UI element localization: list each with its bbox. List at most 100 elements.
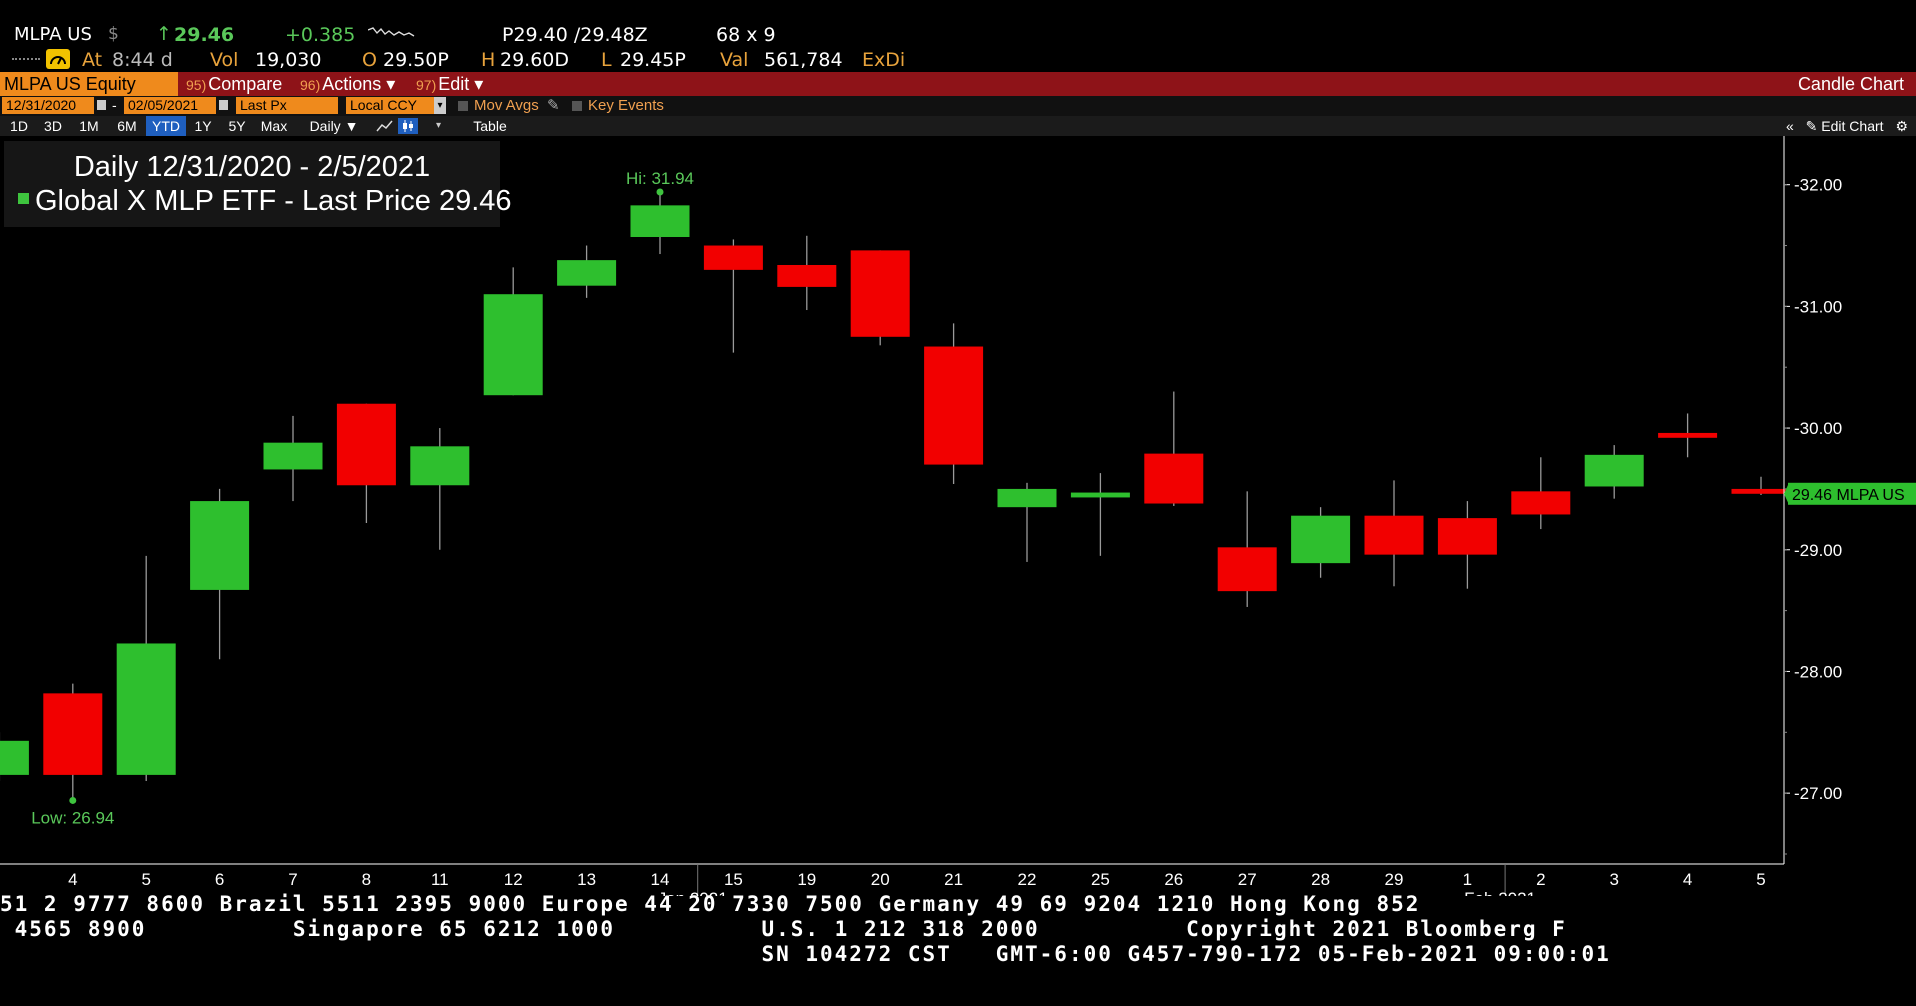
actions-button[interactable]: 96) Actions ▾ bbox=[300, 72, 395, 96]
x-tick-label: 11 bbox=[431, 870, 449, 889]
pencil-icon[interactable]: ✎ bbox=[547, 97, 560, 114]
up-arrow-icon: ↑ bbox=[156, 23, 172, 45]
candle-body[interactable] bbox=[630, 205, 690, 238]
period-button-3d[interactable]: 3D bbox=[36, 116, 70, 136]
x-tick-label: 4 bbox=[1683, 870, 1692, 889]
y-tick-label: -29.00 bbox=[1794, 541, 1842, 560]
quote-last-price: 29.46 bbox=[174, 24, 235, 46]
price-field-select[interactable]: Last Px bbox=[236, 97, 338, 114]
menu-bar: MLPA US Equity 95) Compare 96) Actions ▾ 9… bbox=[0, 72, 1916, 96]
candle-body[interactable] bbox=[1144, 453, 1204, 504]
checkbox-icon[interactable] bbox=[458, 101, 468, 111]
start-date-input[interactable]: 12/31/2020 bbox=[2, 97, 94, 114]
quote-ticker[interactable]: MLPA US bbox=[14, 24, 92, 45]
legend-series: Global X MLP ETF - Last Price 29.46 bbox=[18, 185, 512, 218]
candle-body[interactable] bbox=[43, 693, 103, 775]
security-field[interactable]: MLPA US Equity bbox=[0, 72, 178, 96]
candle-body[interactable] bbox=[263, 442, 323, 470]
date-separator: - bbox=[112, 97, 117, 113]
candle-body[interactable] bbox=[1364, 515, 1424, 555]
candle-body[interactable] bbox=[1437, 518, 1497, 555]
candle-body[interactable] bbox=[557, 260, 617, 286]
candle-body[interactable] bbox=[336, 403, 396, 486]
candle-body[interactable] bbox=[777, 264, 837, 287]
period-button-1m[interactable]: 1M bbox=[70, 116, 108, 136]
candle-body[interactable] bbox=[1584, 454, 1644, 487]
candle-body[interactable] bbox=[997, 488, 1057, 508]
last-price-tag: 29.46 MLPA US bbox=[1792, 487, 1905, 504]
period-button-ytd[interactable]: YTD bbox=[146, 116, 186, 136]
x-tick-label: 1 bbox=[1463, 870, 1472, 889]
compare-button[interactable]: 95) Compare bbox=[186, 72, 282, 96]
candle-body[interactable] bbox=[1731, 488, 1791, 494]
x-tick-label: 20 bbox=[871, 870, 890, 889]
candle-body[interactable] bbox=[924, 346, 984, 465]
period-button-6m[interactable]: 6M bbox=[108, 116, 146, 136]
quote-exdi[interactable]: ExDi bbox=[862, 49, 905, 71]
currency-select[interactable]: Local CCY bbox=[346, 97, 434, 114]
gear-icon[interactable]: ⚙ bbox=[1895, 118, 1908, 134]
pencil-icon: ✎ bbox=[1805, 118, 1818, 134]
edit-chart-button[interactable]: « ✎ Edit Chart ⚙ bbox=[1786, 116, 1908, 136]
candle-body[interactable] bbox=[483, 294, 543, 396]
mov-avgs-label: Mov Avgs bbox=[474, 97, 539, 114]
actions-num: 96) bbox=[300, 77, 321, 93]
x-tick-label: 4 bbox=[68, 870, 77, 889]
period-button-max[interactable]: Max bbox=[254, 116, 294, 136]
period-bar: 1D 3D 1M 6M YTD 1Y 5Y Max Daily ▼ ▾ Table « ✎ E… bbox=[0, 116, 1916, 136]
high-annotation: Hi: 31.94 bbox=[626, 169, 694, 188]
period-button-1d[interactable]: 1D bbox=[2, 116, 36, 136]
legend-series-label: Global X MLP ETF - Last Price 29.46 bbox=[35, 185, 512, 217]
ticker-line-1: 51 2 9777 8600 Brazil 5511 2395 9000 Eur… bbox=[0, 892, 1421, 916]
line-chart-icon[interactable] bbox=[376, 119, 394, 133]
x-tick-label: 28 bbox=[1311, 870, 1330, 889]
candle-body[interactable] bbox=[850, 250, 910, 337]
key-events-toggle[interactable]: Key Events bbox=[572, 96, 664, 116]
compare-num: 95) bbox=[186, 77, 207, 93]
candle-body[interactable] bbox=[703, 245, 763, 270]
candle-body[interactable] bbox=[1511, 491, 1571, 515]
candle-chart[interactable]: -32.00 -31.00 -30.00 -29.00 -28.00 -27.00 4 5 6 7… bbox=[0, 136, 1916, 896]
y-tick-label: -31.00 bbox=[1794, 297, 1842, 316]
y-tick-label: -28.00 bbox=[1794, 662, 1842, 681]
quote-high: 29.60D bbox=[500, 49, 570, 71]
legend-swatch bbox=[18, 193, 29, 204]
candle-body[interactable] bbox=[0, 740, 29, 775]
table-button[interactable]: Table bbox=[462, 116, 518, 136]
end-date-input[interactable]: 02/05/2021 bbox=[124, 97, 216, 114]
double-chevron-left-icon[interactable]: « bbox=[1786, 118, 1794, 134]
x-tick-label: 13 bbox=[577, 870, 596, 889]
mov-avgs-toggle[interactable]: Mov Avgs ✎ bbox=[458, 96, 560, 116]
calendar-icon[interactable] bbox=[219, 100, 228, 110]
candle-icon[interactable] bbox=[398, 118, 418, 134]
quote-volume: 19,030 bbox=[255, 49, 322, 71]
period-button-1y[interactable]: 1Y bbox=[186, 116, 220, 136]
candle-body[interactable] bbox=[410, 446, 470, 486]
edit-num: 97) bbox=[416, 77, 437, 93]
quote-bid-ask: P29.40 /29.48Z bbox=[502, 24, 648, 46]
chevron-down-icon[interactable]: ▾ bbox=[434, 97, 446, 114]
candle-body[interactable] bbox=[1070, 492, 1130, 498]
quote-high-label: H bbox=[481, 49, 496, 71]
x-tick-label: 15 bbox=[724, 870, 743, 889]
candle-body[interactable] bbox=[190, 501, 250, 590]
calendar-icon[interactable] bbox=[97, 100, 106, 110]
candle-body[interactable] bbox=[1291, 515, 1351, 564]
chart-legend[interactable]: Daily 12/31/2020 - 2/5/2021 Global X MLP… bbox=[4, 141, 512, 227]
chevron-down-icon[interactable]: ▾ bbox=[436, 116, 441, 136]
frequency-select[interactable]: Daily ▼ bbox=[304, 116, 364, 136]
candle-body[interactable] bbox=[1217, 547, 1277, 592]
x-tick-label: 12 bbox=[504, 870, 523, 889]
x-tick-label: 7 bbox=[288, 870, 297, 889]
quote-val-label: Val bbox=[720, 49, 749, 71]
y-tick-label: -30.00 bbox=[1794, 419, 1842, 438]
edit-label: Edit ▾ bbox=[438, 74, 484, 94]
checkbox-icon[interactable] bbox=[572, 101, 582, 111]
edit-button[interactable]: 97) Edit ▾ bbox=[416, 72, 483, 96]
period-button-5y[interactable]: 5Y bbox=[220, 116, 254, 136]
low-marker bbox=[69, 796, 77, 804]
candle-body[interactable] bbox=[116, 643, 176, 775]
gauge-icon[interactable] bbox=[46, 49, 70, 69]
candle-body[interactable] bbox=[1658, 432, 1718, 438]
high-marker bbox=[656, 188, 664, 196]
